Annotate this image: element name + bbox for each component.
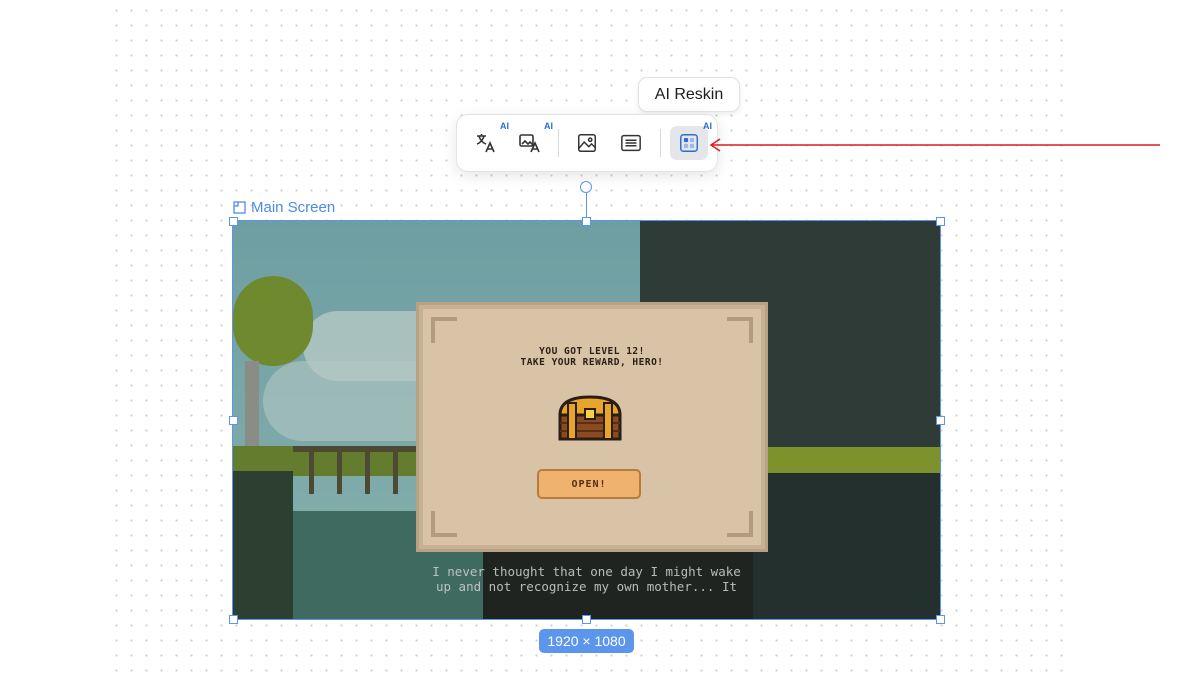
popup-title-line-2: TAKE YOUR REWARD, HERO! bbox=[520, 357, 664, 368]
frame-icon bbox=[233, 201, 246, 214]
popup-title-line-1: YOU GOT LEVEL 12! bbox=[539, 346, 645, 357]
resize-handle-bottom[interactable] bbox=[582, 615, 591, 624]
game-screen-frame[interactable]: I never thought that one day I might wak… bbox=[233, 221, 940, 619]
rotation-handle[interactable] bbox=[580, 181, 592, 193]
wooden-bridge bbox=[293, 446, 433, 494]
reward-popup: YOU GOT LEVEL 12! TAKE YOUR REWARD, HERO… bbox=[419, 305, 765, 549]
frame-size-badge: 1920 × 1080 bbox=[539, 629, 634, 653]
rocks-left bbox=[233, 471, 293, 619]
dialogue-line-2: up and not recognize my own mother... It bbox=[435, 579, 738, 594]
popup-corner bbox=[727, 317, 753, 343]
frame-label[interactable]: Main Screen bbox=[233, 199, 335, 216]
open-button[interactable]: OPEN! bbox=[537, 469, 641, 499]
resize-handle-left[interactable] bbox=[229, 416, 238, 425]
popup-corner bbox=[431, 317, 457, 343]
resize-handle-top[interactable] bbox=[582, 217, 591, 226]
tree-canopy bbox=[233, 276, 313, 366]
treasure-chest-icon bbox=[558, 395, 622, 441]
dialogue-line-1: I never thought that one day I might wak… bbox=[432, 564, 741, 579]
resize-handle-top-left[interactable] bbox=[229, 217, 238, 226]
frame-name: Main Screen bbox=[251, 199, 336, 216]
tree-trunk bbox=[245, 361, 259, 451]
resize-handle-bottom-right[interactable] bbox=[936, 615, 945, 624]
resize-handle-bottom-left[interactable] bbox=[229, 615, 238, 624]
resize-handle-right[interactable] bbox=[936, 416, 945, 425]
resize-handle-top-right[interactable] bbox=[936, 217, 945, 226]
popup-corner bbox=[431, 511, 457, 537]
popup-corner bbox=[727, 511, 753, 537]
grass-ledge-right bbox=[753, 447, 940, 473]
